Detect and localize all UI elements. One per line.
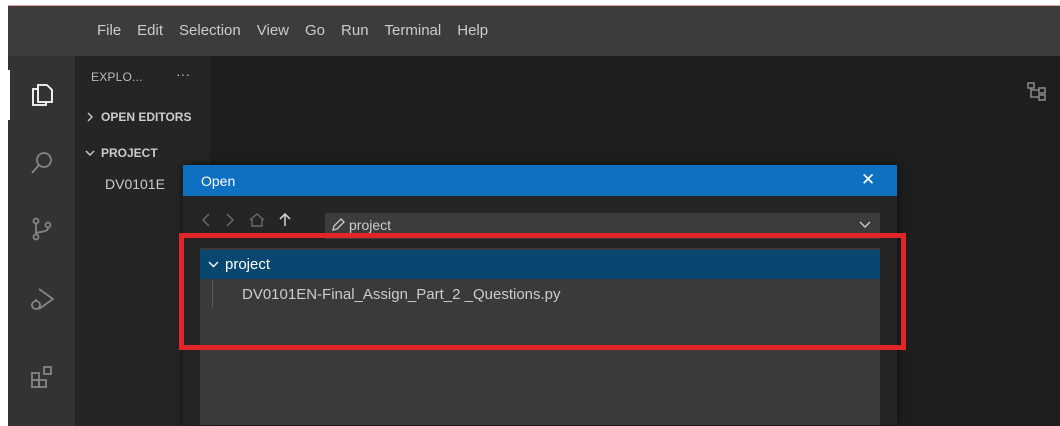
menu-items: File Edit Selection View Go Run Terminal… xyxy=(89,6,496,56)
close-icon[interactable]: ✕ xyxy=(861,170,875,190)
more-actions-button[interactable]: ··· xyxy=(176,66,190,82)
menu-run[interactable]: Run xyxy=(333,6,377,56)
search-icon[interactable] xyxy=(8,132,75,194)
open-editors-label: OPEN EDITORS xyxy=(101,110,192,124)
run-debug-icon[interactable] xyxy=(8,268,75,330)
tree-folder-label: project xyxy=(225,256,271,273)
indent-guide xyxy=(212,280,213,308)
home-icon[interactable] xyxy=(249,213,265,227)
menu-edit[interactable]: Edit xyxy=(129,6,171,56)
chevron-down-icon xyxy=(208,261,219,268)
dialog-title: Open xyxy=(201,173,236,189)
menu-go[interactable]: Go xyxy=(297,6,333,56)
forward-icon[interactable] xyxy=(225,213,235,227)
open-editors-section[interactable]: OPEN EDITORS xyxy=(85,110,191,124)
explorer-icon[interactable] xyxy=(8,64,75,126)
dialog-nav xyxy=(201,213,291,227)
project-label: PROJECT xyxy=(101,146,158,160)
path-input[interactable]: project xyxy=(325,213,880,239)
explorer-title: EXPLO... xyxy=(91,70,143,84)
menu-help[interactable]: Help xyxy=(449,6,496,56)
tree-file-item[interactable]: DV0101EN-Final_Assign_Part_2 _Questions.… xyxy=(242,286,561,303)
chevron-down-icon xyxy=(85,150,95,156)
menu-terminal[interactable]: Terminal xyxy=(377,6,450,56)
pencil-icon xyxy=(332,218,345,231)
file-tree: project DV0101EN-Final_Assign_Part_2 _Qu… xyxy=(200,248,880,425)
menu-view[interactable]: View xyxy=(249,6,297,56)
path-value: project xyxy=(349,217,392,233)
tree-view-icon[interactable] xyxy=(1026,80,1048,107)
activity-bar xyxy=(8,56,75,426)
back-icon[interactable] xyxy=(201,213,211,227)
up-arrow-icon[interactable] xyxy=(279,213,291,227)
menu-file[interactable]: File xyxy=(89,6,129,56)
open-dialog: Open ✕ project project DV0101EN-Final_As… xyxy=(183,165,897,425)
menu-selection[interactable]: Selection xyxy=(171,6,249,56)
chevron-right-icon xyxy=(87,112,93,122)
sidebar-file-item[interactable]: DV0101E xyxy=(105,176,165,192)
dialog-title-bar: Open ✕ xyxy=(183,165,897,196)
chevron-down-icon[interactable] xyxy=(858,217,872,231)
menu-bar: File Edit Selection View Go Run Terminal… xyxy=(8,6,1060,56)
project-section[interactable]: PROJECT xyxy=(85,146,158,160)
extensions-icon[interactable] xyxy=(8,346,75,408)
source-control-icon[interactable] xyxy=(8,198,75,260)
tree-folder-row[interactable]: project xyxy=(200,250,880,279)
